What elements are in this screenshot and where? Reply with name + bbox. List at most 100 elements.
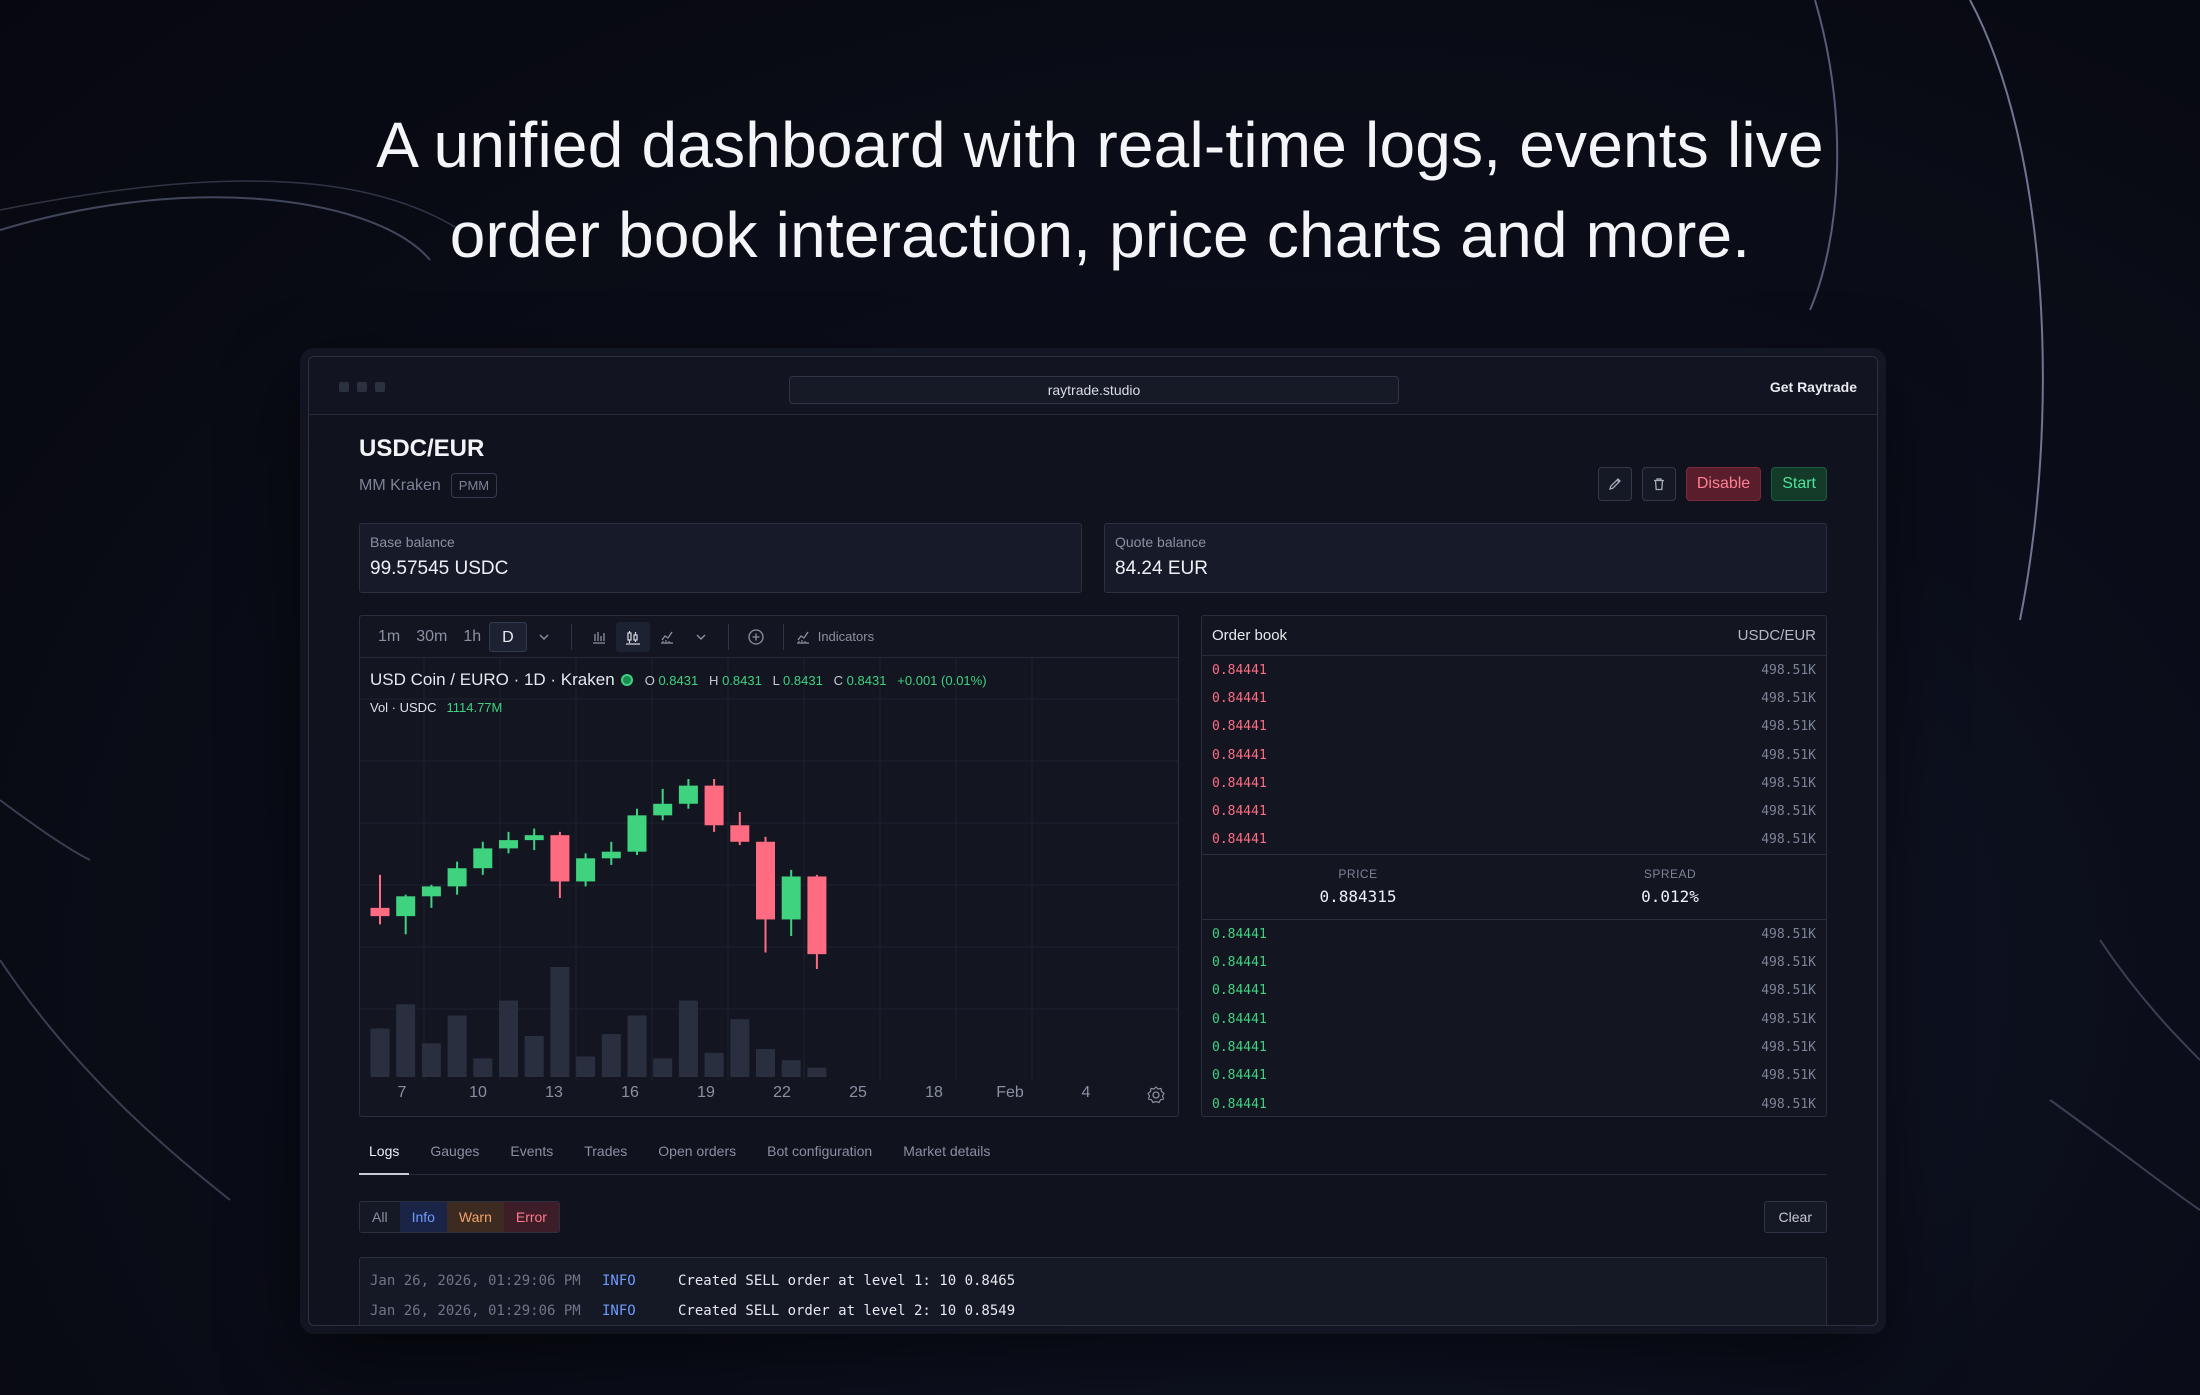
url-bar[interactable]: raytrade.studio: [789, 376, 1399, 404]
delete-button[interactable]: [1641, 467, 1676, 501]
candle-up[interactable]: [678, 785, 698, 804]
filter-info[interactable]: Info: [399, 1202, 447, 1232]
mid-price-label: PRICE: [1338, 867, 1378, 882]
bid-row[interactable]: 0.84441 498.51K: [1202, 948, 1826, 976]
volume-bar: [756, 1049, 775, 1077]
candle-up[interactable]: [576, 858, 596, 882]
bid-price: 0.84441: [1212, 955, 1267, 971]
edit-button[interactable]: [1597, 467, 1632, 501]
low-label: L: [772, 672, 780, 688]
candle-up[interactable]: [601, 851, 621, 859]
order-book-pair: USDC/EUR: [1737, 627, 1816, 644]
volume-bar: [396, 1004, 416, 1077]
tab-bot-configuration[interactable]: Bot configuration: [757, 1139, 882, 1175]
gear-icon: [1147, 1086, 1165, 1104]
filter-warn[interactable]: Warn: [446, 1202, 504, 1232]
live-status-dot: [620, 674, 633, 686]
bid-row[interactable]: 0.84441 498.51K: [1202, 1090, 1826, 1116]
filter-all[interactable]: All: [360, 1202, 400, 1232]
timeframe-30m[interactable]: 30m: [408, 622, 455, 652]
start-button[interactable]: Start: [1771, 467, 1827, 501]
filter-error[interactable]: Error: [503, 1202, 559, 1232]
candle-down[interactable]: [550, 835, 570, 882]
ask-row[interactable]: 0.84441 498.51K: [1202, 741, 1826, 769]
ask-size: 498.51K: [1761, 719, 1816, 735]
x-tick-label: 7: [397, 1084, 407, 1101]
candle-down[interactable]: [807, 876, 827, 955]
ask-row[interactable]: 0.84441 498.51K: [1202, 656, 1826, 684]
timeframe-1m[interactable]: 1m: [370, 622, 408, 652]
disable-button[interactable]: Disable: [1685, 467, 1762, 501]
quote-balance-card: Quote balance 84.24 EUR: [1104, 523, 1827, 593]
browser-titlebar: raytrade.studio Get Raytrade: [309, 357, 1877, 415]
base-balance-card: Base balance 99.57545 USDC: [359, 523, 1082, 593]
ask-row[interactable]: 0.84441 498.51K: [1202, 713, 1826, 741]
candle-up[interactable]: [781, 876, 801, 920]
tab-market-details[interactable]: Market details: [893, 1139, 1000, 1175]
timeframe-dropdown[interactable]: [527, 622, 561, 652]
base-balance-label: Base balance: [370, 534, 455, 550]
candle-up[interactable]: [421, 886, 441, 897]
tab-trades[interactable]: Trades: [574, 1139, 637, 1175]
timeframe-d[interactable]: D: [489, 621, 527, 652]
ask-row[interactable]: 0.84441 498.51K: [1202, 769, 1826, 797]
ask-row[interactable]: 0.84441 498.51K: [1202, 797, 1826, 825]
balances: Base balance 99.57545 USDC Quote balance…: [359, 523, 1827, 593]
bid-row[interactable]: 0.84441 498.51K: [1202, 920, 1826, 948]
tab-gauges[interactable]: Gauges: [420, 1139, 489, 1175]
order-book-panel: Order book USDC/EUR 0.84441 498.51K 0.8444…: [1201, 615, 1827, 1117]
order-book-header: Order book USDC/EUR: [1202, 616, 1826, 656]
timeframe-1h[interactable]: 1h: [455, 622, 489, 652]
candle-up[interactable]: [653, 803, 673, 816]
candle-down[interactable]: [704, 785, 724, 826]
get-raytrade-link[interactable]: Get Raytrade: [1770, 379, 1857, 395]
tab-events[interactable]: Events: [500, 1139, 563, 1175]
bid-row[interactable]: 0.84441 498.51K: [1202, 977, 1826, 1005]
candle-down[interactable]: [756, 841, 775, 920]
candle-up[interactable]: [627, 815, 647, 852]
candle-up[interactable]: [473, 848, 493, 869]
candle-up[interactable]: [447, 868, 467, 887]
volume-bar: [627, 1015, 647, 1077]
tab-logs[interactable]: Logs: [359, 1139, 410, 1175]
tab-open-orders[interactable]: Open orders: [648, 1139, 746, 1175]
candlestick-chart[interactable]: [360, 659, 1179, 1081]
x-tick-label: 16: [621, 1084, 639, 1101]
line-chart-style-button[interactable]: [650, 622, 684, 652]
ask-row[interactable]: 0.84441 498.51K: [1202, 684, 1826, 712]
ask-size: 498.51K: [1761, 690, 1816, 706]
x-tick-label: 10: [469, 1084, 487, 1101]
indicators-button[interactable]: Indicators: [818, 629, 874, 644]
pair-title: USDC/EUR: [359, 435, 485, 462]
chart-legend: USD Coin / EURO · 1D · Kraken O 0.8431 H…: [370, 670, 987, 690]
candle-chart-style-button[interactable]: [615, 621, 650, 652]
volume-value: 1114.77M: [446, 700, 503, 715]
bid-price: 0.84441: [1212, 1068, 1267, 1084]
bar-chart-style-button[interactable]: [582, 622, 616, 652]
candle-up[interactable]: [396, 896, 416, 917]
ask-price: 0.84441: [1212, 747, 1267, 763]
bot-dashboard: USDC/EUR MM Kraken PMM Disable Start Bas…: [359, 435, 1827, 1325]
candle-down[interactable]: [370, 907, 390, 917]
browser-window: raytrade.studio Get Raytrade USDC/EUR MM…: [308, 356, 1878, 1326]
order-book-asks: 0.84441 498.51K 0.84441 498.51K 0.84441 498.5…: [1202, 656, 1826, 854]
window-dot-minimize[interactable]: [357, 382, 367, 392]
candle-up[interactable]: [499, 840, 518, 849]
log-level: INFO: [602, 1273, 636, 1289]
bid-row[interactable]: 0.84441 498.51K: [1202, 1005, 1826, 1033]
close-value: 0.8431: [846, 672, 887, 688]
x-tick-label: 22: [773, 1084, 791, 1101]
window-dot-maximize[interactable]: [375, 382, 385, 392]
bid-row[interactable]: 0.84441 498.51K: [1202, 1033, 1826, 1061]
add-comparison-button[interactable]: [739, 622, 773, 652]
chart-settings-button[interactable]: [1146, 1085, 1166, 1110]
candle-down[interactable]: [730, 825, 750, 842]
ask-row[interactable]: 0.84441 498.51K: [1202, 826, 1826, 854]
candle-up[interactable]: [524, 835, 544, 841]
ask-price: 0.84441: [1212, 804, 1267, 820]
window-dot-close[interactable]: [339, 382, 349, 392]
bid-row[interactable]: 0.84441 498.51K: [1202, 1062, 1826, 1090]
bid-size: 498.51K: [1761, 1068, 1816, 1084]
chart-style-dropdown[interactable]: [684, 622, 718, 652]
clear-logs-button[interactable]: Clear: [1763, 1201, 1827, 1233]
